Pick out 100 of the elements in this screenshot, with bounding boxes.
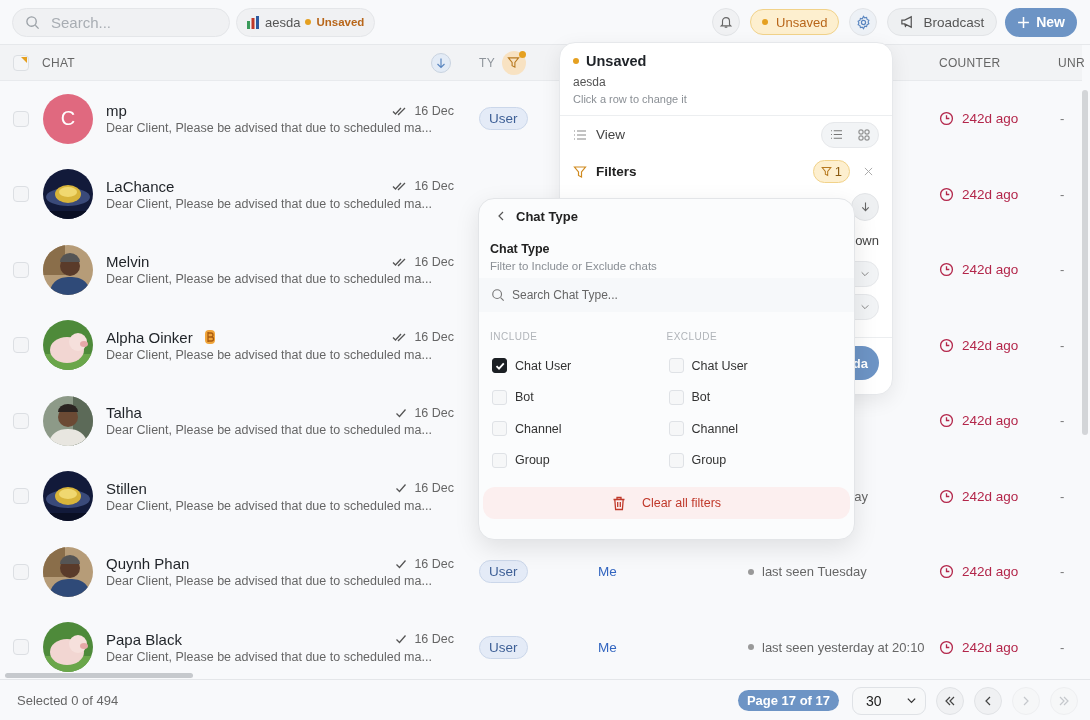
option-label: Group	[515, 453, 550, 468]
scrollbar-thumb[interactable]	[1082, 90, 1088, 435]
type-badge: User	[479, 560, 528, 584]
section-label: INCLUDE	[490, 329, 539, 344]
chat-name: Talha	[106, 404, 142, 422]
unread-count: -	[1060, 413, 1065, 429]
trash-icon	[611, 495, 626, 511]
clear-filters-button[interactable]: Clear all filters	[483, 487, 850, 519]
message-date: 16 Dec	[414, 405, 454, 420]
broadcast-button[interactable]: Broadcast	[887, 8, 998, 36]
row-checkbox[interactable]	[13, 412, 29, 429]
row-checkbox[interactable]	[13, 563, 29, 580]
settings-button[interactable]	[849, 8, 878, 36]
row-checkbox[interactable]	[13, 488, 29, 505]
clock-icon	[939, 186, 954, 202]
row-checkbox[interactable]	[13, 639, 29, 656]
chat-name: Papa Black	[106, 630, 182, 648]
popover-title: Unsaved	[586, 53, 647, 69]
column-header: CHAT	[42, 55, 75, 70]
clock-icon	[939, 111, 954, 127]
row-checkbox[interactable]	[13, 110, 29, 127]
double-chevron-icon	[1057, 694, 1071, 707]
counter-text: 242d ago	[962, 488, 1019, 504]
unsaved-button[interactable]: Unsaved	[750, 9, 840, 35]
bar-chart-icon	[247, 15, 260, 29]
select-all-checkbox[interactable]	[13, 54, 29, 71]
popover-hint: Click a row to change it	[573, 93, 688, 105]
filter-count-badge[interactable]: 1	[812, 160, 850, 183]
chat-name: mp	[106, 102, 127, 120]
option-text: own	[855, 232, 879, 248]
grid-icon	[858, 128, 870, 141]
plus-icon	[1017, 15, 1031, 29]
message-date: 16 Dec	[414, 103, 454, 118]
chat-name: Melvin	[106, 253, 150, 271]
counter-text: 242d ago	[962, 564, 1019, 580]
sort-button[interactable]	[431, 52, 451, 73]
filter-button[interactable]	[501, 50, 526, 75]
search-field[interactable]: Search...	[12, 7, 230, 37]
column-header: UNR	[1058, 55, 1085, 70]
filter-icon	[507, 56, 521, 69]
counter-text: 242d ago	[962, 413, 1019, 429]
filters-label: Filters	[596, 164, 637, 179]
message-date: 16 Dec	[414, 179, 454, 194]
clock-icon	[939, 262, 954, 278]
message-preview: Dear Client, Please be advised that due to scheduled ma...	[106, 347, 433, 362]
unread-count: -	[1060, 639, 1065, 655]
unread-count: -	[1060, 186, 1065, 202]
owner-link[interactable]: Me	[598, 639, 617, 655]
checkbox[interactable]	[492, 358, 507, 374]
search-field[interactable]: Search Chat Type...	[479, 278, 854, 312]
sort-button[interactable]	[851, 192, 879, 221]
new-button[interactable]: New	[1005, 7, 1077, 37]
option-label: Chat User	[515, 358, 572, 373]
message-date: 16 Dec	[414, 481, 454, 496]
type-badge: User	[479, 107, 528, 131]
counter-text: 242d ago	[962, 639, 1019, 655]
last-seen-text: last seen yesterday at 20:10	[762, 639, 925, 655]
row-checkbox[interactable]	[13, 186, 29, 203]
back-icon[interactable]	[497, 211, 505, 221]
double-chevron-icon	[943, 694, 957, 707]
counter-text: 242d ago	[962, 337, 1019, 353]
avatar: C	[43, 93, 93, 144]
message-date: 16 Dec	[414, 330, 454, 345]
row-checkbox[interactable]	[13, 337, 29, 354]
counter-text: 242d ago	[962, 111, 1019, 127]
section-label: EXCLUDE	[666, 329, 719, 344]
unread-count: -	[1060, 564, 1065, 580]
option-label: Bot	[691, 390, 711, 405]
search-icon	[491, 288, 505, 302]
message-preview: Dear Client, Please be advised that due to scheduled ma...	[106, 196, 433, 211]
message-date: 16 Dec	[414, 254, 454, 269]
clock-icon	[939, 488, 954, 504]
filter-icon	[820, 166, 832, 177]
scrollbar-thumb[interactable]	[5, 673, 193, 678]
page-size-select[interactable]: 30	[852, 686, 926, 715]
chat-name: Alpha Oinker	[106, 328, 193, 346]
message-date: 16 Dec	[414, 632, 454, 647]
pager-prev-button[interactable]	[974, 686, 1002, 715]
popover-title: Chat Type	[516, 208, 578, 224]
settings-icon	[855, 14, 871, 30]
clock-icon	[939, 337, 954, 353]
selection-count: Selected 0 of 494	[17, 693, 119, 708]
unread-count: -	[1060, 262, 1065, 278]
notifications-button[interactable]	[712, 8, 741, 36]
message-preview: Dear Client, Please be advised that due to scheduled ma...	[106, 649, 433, 664]
view-label: View	[596, 127, 626, 142]
close-icon[interactable]	[864, 167, 873, 176]
message-date: 16 Dec	[414, 556, 454, 571]
saved-view-chip[interactable]: aesda Unsaved	[236, 7, 376, 37]
row-checkbox[interactable]	[13, 261, 29, 278]
message-preview: Dear Client, Please be advised that due to scheduled ma...	[106, 423, 433, 438]
option-label: Channel	[691, 421, 739, 436]
owner-link[interactable]: Me	[598, 564, 617, 580]
clock-icon	[939, 413, 954, 429]
message-preview: Dear Client, Please be advised that due to scheduled ma...	[106, 272, 433, 287]
column-header: TY	[479, 55, 495, 70]
page-indicator: Page 17 of 17	[737, 690, 839, 711]
pager-first-button[interactable]	[936, 686, 964, 715]
list-icon	[829, 129, 843, 140]
counter-text: 242d ago	[962, 186, 1019, 202]
